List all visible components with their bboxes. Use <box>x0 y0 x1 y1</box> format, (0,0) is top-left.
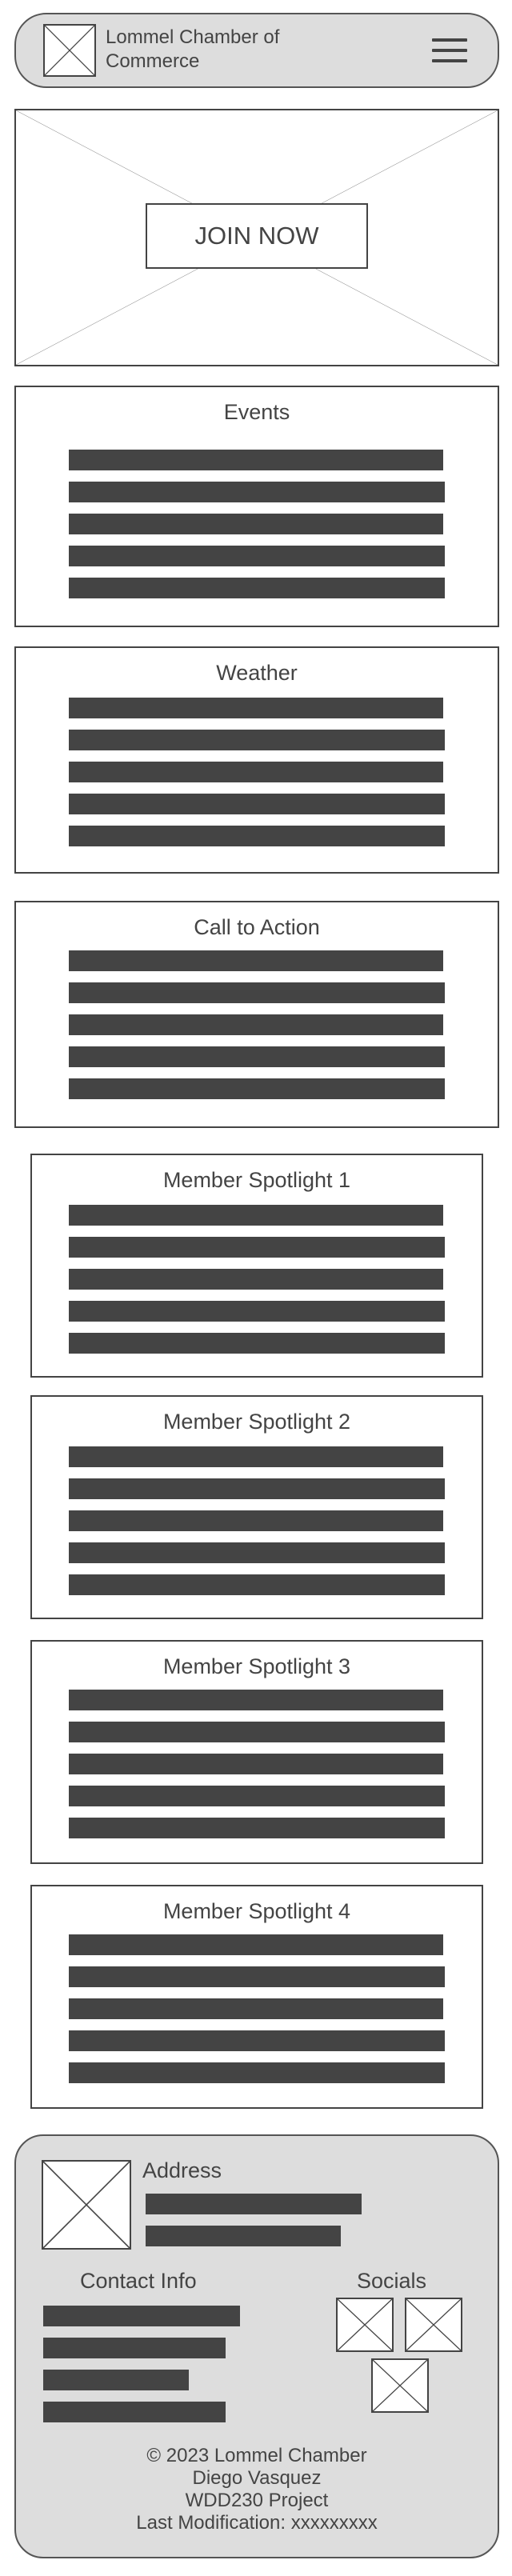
weather-title: Weather <box>216 661 298 685</box>
address-line-placeholder <box>146 2194 362 2214</box>
site-title-line1: Lommel Chamber of <box>106 26 280 48</box>
text-line-placeholder <box>69 1966 445 1987</box>
social-link-2-icon[interactable] <box>405 2298 462 2352</box>
site-title[interactable]: Lommel Chamber of Commerce <box>106 26 314 74</box>
text-line-placeholder <box>69 1818 445 1838</box>
project-text: WDD230 Project <box>185 2490 329 2511</box>
hamburger-menu-icon[interactable] <box>432 38 467 62</box>
text-line-placeholder <box>69 2030 445 2051</box>
text-line-placeholder <box>69 762 443 782</box>
weather-card: Weather <box>14 646 499 874</box>
text-line-placeholder <box>69 1998 443 2019</box>
contact-line-placeholder <box>43 2402 226 2422</box>
text-line-placeholder <box>69 1269 443 1290</box>
member-spotlight-2-card: Member Spotlight 2 <box>30 1395 483 1619</box>
hero-image-placeholder: JOIN NOW <box>14 109 499 366</box>
text-line-placeholder <box>69 1574 445 1595</box>
text-line-placeholder <box>69 698 443 718</box>
text-line-placeholder <box>69 950 443 971</box>
events-title: Events <box>223 400 290 424</box>
site-footer: Address Contact Info Socials © 2023 Lomm… <box>14 2134 499 2558</box>
member-spotlight-3-title: Member Spotlight 3 <box>162 1654 351 1678</box>
text-line-placeholder <box>69 1237 445 1258</box>
text-line-placeholder <box>69 730 445 750</box>
address-line-placeholder <box>146 2226 341 2246</box>
text-line-placeholder <box>69 1786 445 1806</box>
text-line-placeholder <box>69 1446 443 1467</box>
social-link-1-icon[interactable] <box>336 2298 394 2352</box>
site-title-line2: Commerce <box>106 50 200 72</box>
text-line-placeholder <box>69 1722 445 1742</box>
join-now-button[interactable]: JOIN NOW <box>146 203 368 269</box>
logo-image-placeholder-icon[interactable] <box>43 24 96 77</box>
member-spotlight-2-title: Member Spotlight 2 <box>162 1410 351 1434</box>
text-line-placeholder <box>69 2062 445 2083</box>
footer-logo-image-placeholder-icon <box>42 2160 131 2250</box>
text-line-placeholder <box>69 1301 445 1322</box>
member-spotlight-4-card: Member Spotlight 4 <box>30 1885 483 2109</box>
text-line-placeholder <box>69 826 445 846</box>
text-line-placeholder <box>69 1690 443 1710</box>
text-line-placeholder <box>69 1478 445 1499</box>
text-line-placeholder <box>69 1205 443 1226</box>
events-card: Events <box>14 386 499 627</box>
socials-label: Socials <box>357 2269 427 2293</box>
member-spotlight-4-title: Member Spotlight 4 <box>162 1899 351 1923</box>
contact-line-placeholder <box>43 2338 226 2358</box>
text-line-placeholder <box>69 1078 445 1099</box>
copyright-text: © 2023 Lommel Chamber <box>146 2445 367 2466</box>
footer-legal: © 2023 Lommel Chamber Diego Vasquez WDD2… <box>16 2445 498 2534</box>
text-line-placeholder <box>69 578 445 598</box>
text-line-placeholder <box>69 450 443 470</box>
text-line-placeholder <box>69 794 445 814</box>
contact-info-label: Contact Info <box>80 2269 197 2293</box>
text-line-placeholder <box>69 1542 445 1563</box>
member-spotlight-3-card: Member Spotlight 3 <box>30 1640 483 1864</box>
text-line-placeholder <box>69 1046 445 1067</box>
contact-line-placeholder <box>43 2370 189 2390</box>
site-header: Lommel Chamber of Commerce <box>14 13 499 88</box>
text-line-placeholder <box>69 982 445 1003</box>
text-line-placeholder <box>69 1014 443 1035</box>
contact-line-placeholder <box>43 2306 240 2326</box>
address-label: Address <box>142 2158 222 2182</box>
last-modified-text: Last Modification: xxxxxxxxx <box>136 2512 378 2534</box>
call-to-action-title: Call to Action <box>194 915 320 939</box>
text-line-placeholder <box>69 482 445 502</box>
social-link-3-icon[interactable] <box>371 2358 429 2413</box>
member-spotlight-1-card: Member Spotlight 1 <box>30 1154 483 1378</box>
text-line-placeholder <box>69 1333 445 1354</box>
text-line-placeholder <box>69 514 443 534</box>
author-text: Diego Vasquez <box>192 2467 322 2489</box>
text-line-placeholder <box>69 1754 443 1774</box>
text-line-placeholder <box>69 1934 443 1955</box>
call-to-action-card: Call to Action <box>14 901 499 1128</box>
text-line-placeholder <box>69 1510 443 1531</box>
member-spotlight-1-title: Member Spotlight 1 <box>162 1168 351 1192</box>
text-line-placeholder <box>69 546 445 566</box>
